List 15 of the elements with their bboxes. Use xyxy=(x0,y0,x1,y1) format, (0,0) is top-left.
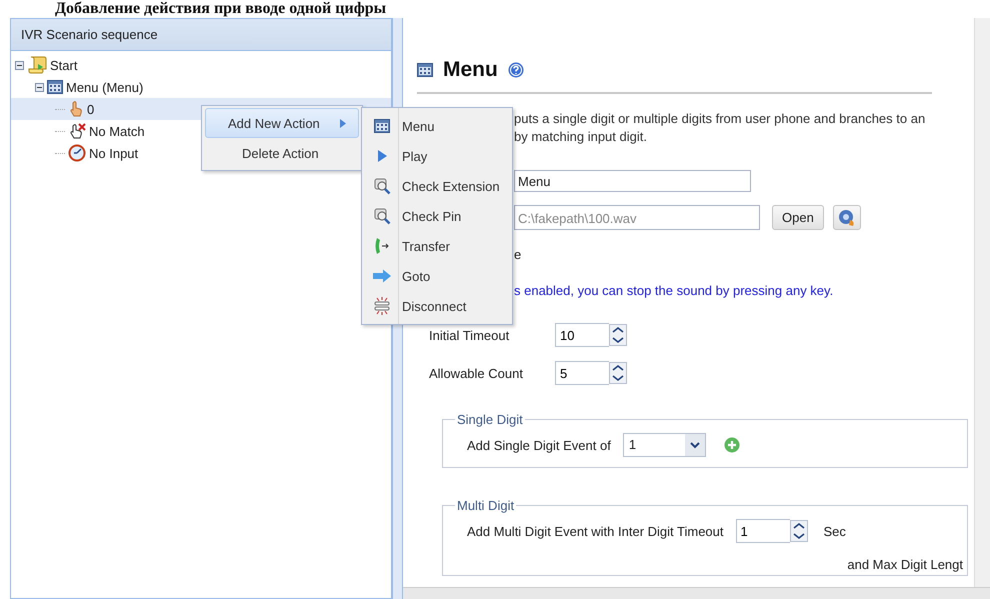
group-title: Multi Digit xyxy=(456,498,516,513)
unit-label: Sec xyxy=(824,524,846,538)
field-label: Add Multi Digit Event with Inter Digit Timeout xyxy=(467,524,724,538)
field-label: Initial Timeout xyxy=(429,328,510,342)
group-title: Single Digit xyxy=(456,412,524,427)
field-label: Add Single Digit Event of xyxy=(467,438,611,452)
hint-text: s enabled, you can stop the sound by pressing any key. xyxy=(514,283,834,298)
option-label: e xyxy=(514,247,522,262)
panel-heading: Menu xyxy=(443,58,498,82)
document-heading: Добавление действия при вводе одной цифры xyxy=(54,0,386,17)
panel-title: IVR Scenario sequence xyxy=(11,19,391,51)
field-label: and Max Digit Lengt xyxy=(847,557,963,572)
field-label: Allowable Count xyxy=(429,366,524,380)
description-text: puts a single digit or multiple digits from user phone and branches to an xyxy=(514,110,926,128)
description-text: by matching input digit. xyxy=(514,128,648,146)
